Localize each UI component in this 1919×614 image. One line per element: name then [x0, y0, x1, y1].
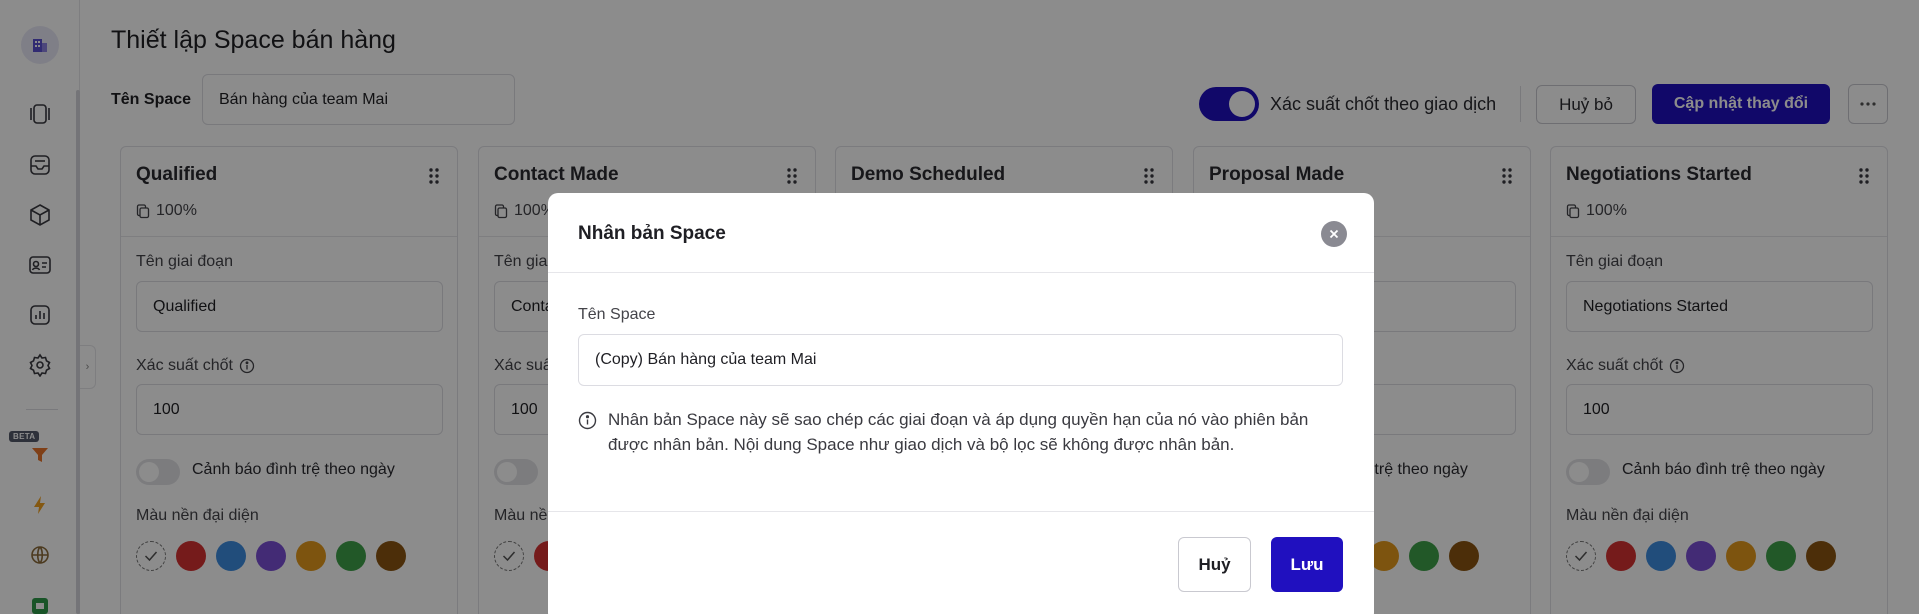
info-icon	[578, 411, 597, 430]
modal-save-button[interactable]: Lưu	[1271, 537, 1343, 592]
modal-footer-divider	[548, 511, 1374, 512]
modal-field-label: Tên Space	[578, 306, 656, 323]
modal-info-text: Nhân bản Space này sẽ sao chép các giai …	[608, 410, 1309, 454]
duplicate-space-modal: Nhân bản Space Tên Space (Copy) Bán hàng…	[548, 193, 1374, 614]
modal-divider	[548, 272, 1374, 273]
close-icon[interactable]	[1321, 221, 1347, 247]
space-copy-name-input[interactable]: (Copy) Bán hàng của team Mai	[578, 334, 1343, 386]
modal-title: Nhân bản Space	[578, 223, 726, 244]
modal-cancel-button[interactable]: Huỷ	[1178, 537, 1251, 592]
